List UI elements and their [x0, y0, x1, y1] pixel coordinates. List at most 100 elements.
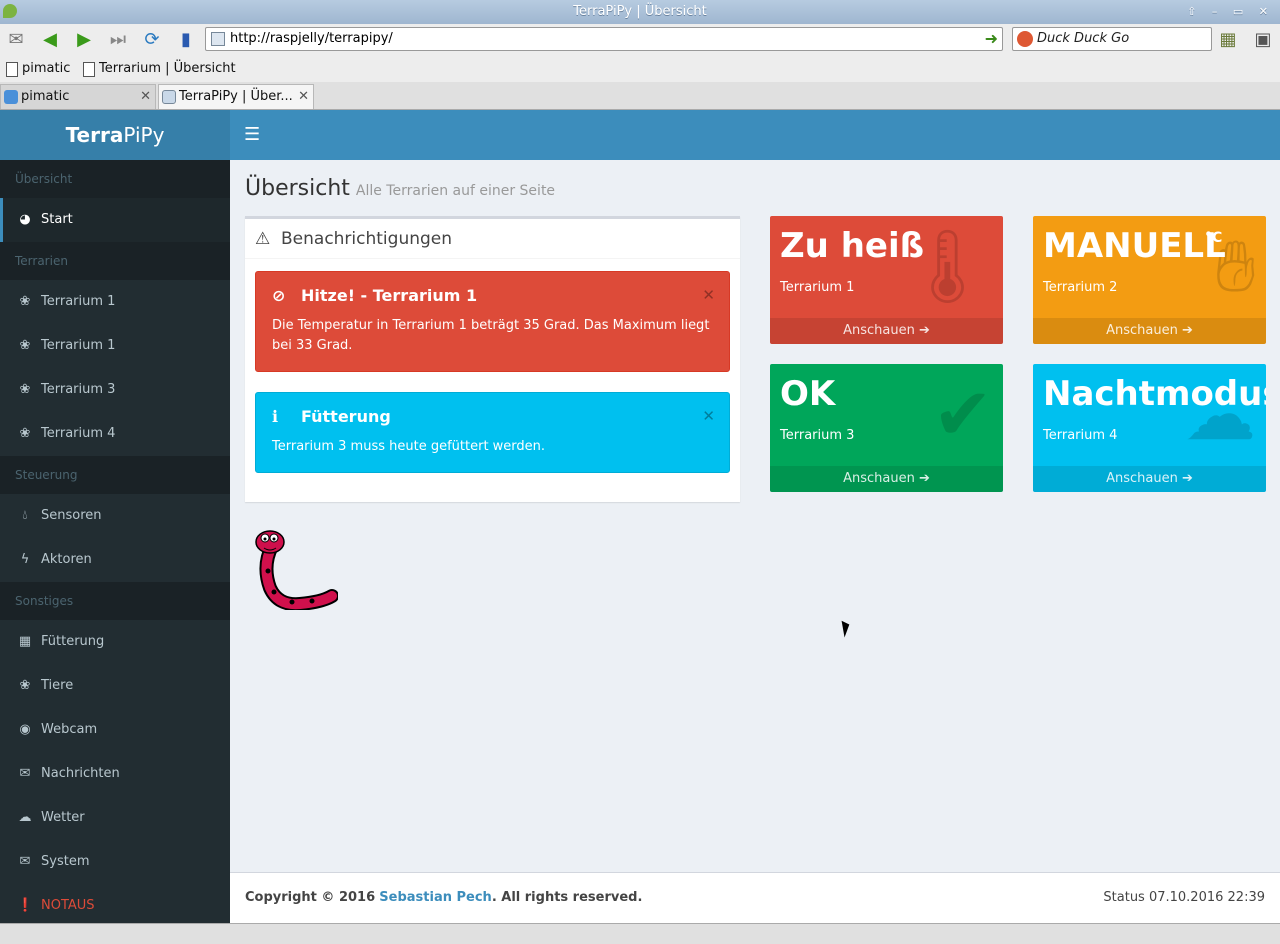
sidebar-item-label: Terrarium 1: [41, 338, 116, 353]
view-link[interactable]: Anschauen ➔: [1033, 318, 1266, 344]
sidebar-item-webcam[interactable]: ◉ Webcam: [0, 708, 230, 752]
tab-label: pimatic: [21, 89, 70, 104]
sidebar-item-aktoren[interactable]: ϟ Aktoren: [0, 538, 230, 582]
sidebar-item-system[interactable]: ✉ System: [0, 840, 230, 884]
status-timestamp: Status 07.10.2016 22:39: [1103, 890, 1265, 905]
back-icon[interactable]: ◀: [38, 28, 62, 52]
page-footer: Copyright © 2016 Sebastian Pech. All rig…: [230, 872, 1280, 923]
sidebar-item-nachrichten[interactable]: ✉ Nachrichten: [0, 752, 230, 796]
fast-forward-icon[interactable]: ⏭: [106, 28, 130, 52]
sidebar-header-sonstiges: Sonstiges: [0, 582, 230, 620]
status-box-terrarium-2: MANUELL °C Terrarium 2 ✋︎ Anschauen ➔: [1033, 216, 1266, 344]
page-subtitle: Alle Terrarien auf einer Seite: [355, 183, 556, 199]
arrow-circle-right-icon: ➔: [1181, 323, 1193, 338]
snake-mascot-image: [255, 530, 338, 610]
sidebar-item-notaus[interactable]: ❗ NOTAUS: [0, 884, 230, 928]
alert-feeding: ℹ Fütterung Terrarium 3 muss heute gefütt…: [255, 392, 730, 473]
sidebar-item-label: Sensoren: [41, 508, 102, 523]
sidebar-item-fuetterung[interactable]: ▦ Fütterung: [0, 620, 230, 664]
paw-icon: ❀: [19, 678, 31, 693]
status-label: Terrarium 4: [1043, 428, 1118, 443]
close-icon[interactable]: ✕: [298, 85, 309, 109]
view-link[interactable]: Anschauen ➔: [770, 318, 1003, 344]
paw-icon: ❀: [19, 426, 31, 441]
status-box-terrarium-3: OK Terrarium 3 ✔ Anschauen ➔: [770, 364, 1003, 492]
sidebar-toggle-icon[interactable]: ☰: [244, 125, 260, 145]
sidebar-item-label: Fütterung: [41, 634, 105, 649]
bookmark-icon[interactable]: ▮: [174, 28, 198, 52]
page-title: Übersicht Alle Terrarien auf einer Seite: [245, 176, 555, 201]
sidebar-item-terrarium-4[interactable]: ❀ Terrarium 4: [0, 412, 230, 456]
url-text: http://raspjelly/terrapipy/: [230, 31, 393, 46]
page-favicon-icon: [211, 32, 225, 46]
app-topbar: ☰: [230, 110, 1280, 160]
reload-icon[interactable]: ⟳: [140, 28, 164, 52]
window-title: TerraPiPy | Übersicht: [573, 4, 707, 19]
status-box-terrarium-1: Zu heiß Terrarium 1 🌡︎ Anschauen ➔: [770, 216, 1003, 344]
main-content: Übersicht Alle Terrarien auf einer Seite …: [230, 160, 1280, 872]
sidebar-item-sensoren[interactable]: 💧︎ Sensoren: [0, 494, 230, 538]
search-bar[interactable]: Duck Duck Go: [1012, 27, 1212, 51]
sidebar-item-label: Aktoren: [41, 552, 92, 567]
paw-icon: ❀: [19, 338, 31, 353]
status-value: MANUELL: [1043, 226, 1226, 266]
menu-icon[interactable]: ▣: [1251, 28, 1275, 52]
window-controls[interactable]: ⇧ – ▭ ✕: [1187, 0, 1274, 24]
sidebar-item-label: Tiere: [41, 678, 74, 693]
sidebar-item-label: Wetter: [41, 810, 85, 825]
status-label: Terrarium 3: [780, 428, 855, 443]
sidebar-item-label: Start: [41, 212, 73, 227]
tab-pimatic[interactable]: pimatic ✕: [0, 84, 156, 109]
status-value: OK: [780, 374, 836, 414]
sidebar-item-terrarium-1[interactable]: ❀ Terrarium 1: [0, 280, 230, 324]
close-icon[interactable]: ✕: [702, 407, 715, 425]
alert-title: ℹ Fütterung: [272, 407, 713, 426]
app-icon: [3, 4, 17, 18]
copyright: Copyright © 2016 Sebastian Pech. All rig…: [245, 890, 643, 905]
bookmarks-bar: pimatic Terrarium | Übersicht: [0, 56, 1280, 82]
bookmark-terrarium[interactable]: Terrarium | Übersicht: [83, 61, 236, 77]
arrow-circle-right-icon: ➔: [1181, 471, 1193, 486]
tab-terrapipy[interactable]: TerraPiPy | Über... ✕: [158, 84, 314, 109]
alert-title-text: Fütterung: [301, 407, 391, 426]
bookmark-pimatic[interactable]: pimatic: [6, 61, 70, 77]
ban-icon: ⊘: [272, 286, 286, 305]
author-link[interactable]: Sebastian Pech: [379, 890, 492, 905]
sidebar-item-terrarium-3[interactable]: ❀ Terrarium 3: [0, 368, 230, 412]
sidebar-item-wetter[interactable]: ☁ Wetter: [0, 796, 230, 840]
bolt-icon: ϟ: [20, 552, 30, 567]
notifications-box: ⚠ Benachrichtigungen ⊘ Hitze! - Terrarium…: [245, 216, 740, 502]
alert-text: Die Temperatur in Terrarium 1 beträgt 35…: [272, 318, 710, 353]
view-link[interactable]: Anschauen ➔: [1033, 466, 1266, 492]
close-icon[interactable]: ✕: [702, 286, 715, 304]
close-icon[interactable]: ✕: [140, 85, 151, 109]
alert-title: ⊘ Hitze! - Terrarium 1: [272, 286, 713, 305]
sidebar-item-start[interactable]: ◕ Start: [0, 198, 230, 242]
notifications-header: ⚠ Benachrichtigungen: [245, 219, 740, 259]
logo-bold: Terra: [65, 123, 124, 147]
warning-icon: ⚠: [255, 229, 271, 249]
sidebar-item-label: System: [41, 854, 90, 869]
url-bar[interactable]: http://raspjelly/terrapipy/ ➜: [205, 27, 1003, 51]
go-icon[interactable]: ➜: [985, 30, 998, 48]
sidebar-item-label: Nachrichten: [41, 766, 120, 781]
view-link[interactable]: Anschauen ➔: [770, 466, 1003, 492]
sidebar-item-terrarium-2[interactable]: ❀ Terrarium 1: [0, 324, 230, 368]
sidebar: Übersicht ◕ Start Terrarien ❀ Terrarium …: [0, 160, 230, 923]
sidebar-item-label: Terrarium 4: [41, 426, 116, 441]
status-value: Zu heiß: [780, 226, 925, 266]
new-tab-icon[interactable]: ✉: [4, 28, 28, 52]
page-tab-icon: [162, 90, 176, 104]
sidebar-item-tiere[interactable]: ❀ Tiere: [0, 664, 230, 708]
downloads-icon[interactable]: ▦: [1216, 28, 1240, 52]
sidebar-header-steuerung: Steuerung: [0, 456, 230, 494]
app-logo[interactable]: TerraPiPy: [0, 110, 230, 160]
forward-icon[interactable]: ▶: [72, 28, 96, 52]
status-value: Nachtmodus: [1043, 374, 1266, 414]
tint-icon: 💧︎: [22, 508, 28, 523]
window-titlebar: TerraPiPy | Übersicht ⇧ – ▭ ✕: [0, 0, 1280, 24]
dashboard-icon: ◕: [19, 212, 31, 227]
info-icon: ℹ: [272, 407, 279, 426]
status-box-terrarium-4: Nachtmodus Terrarium 4 ☁ Anschauen ➔: [1033, 364, 1266, 492]
sidebar-header-terrarien: Terrarien: [0, 242, 230, 280]
